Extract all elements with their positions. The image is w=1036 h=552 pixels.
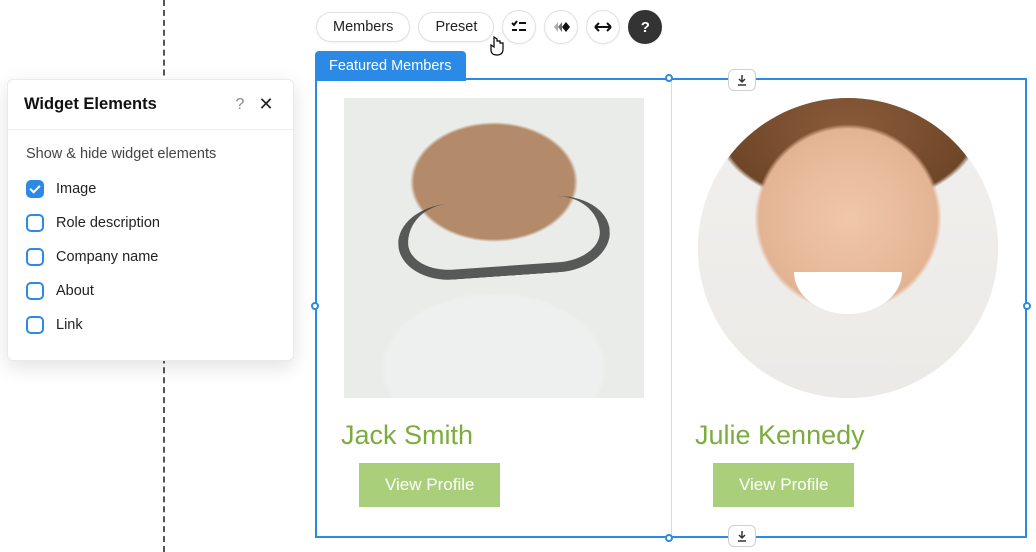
option-label: Link <box>56 317 83 333</box>
panel-title: Widget Elements <box>24 95 229 114</box>
member-photo-jack[interactable] <box>344 98 644 398</box>
panel-subtitle: Show & hide widget elements <box>8 130 293 172</box>
checkbox-icon[interactable] <box>26 316 44 334</box>
stretch-icon[interactable] <box>586 10 620 44</box>
options-list: Image Role description Company name Abou… <box>8 172 293 360</box>
view-profile-button[interactable]: View Profile <box>359 463 500 507</box>
member-photo-julie[interactable] <box>698 98 998 398</box>
option-label: Image <box>56 181 96 197</box>
member-name: Jack Smith <box>337 420 651 451</box>
panel-header: Widget Elements ? ✕ <box>8 80 293 130</box>
checkbox-icon[interactable] <box>26 180 44 198</box>
members-button[interactable]: Members <box>316 12 410 42</box>
option-company-name[interactable]: Company name <box>26 240 275 274</box>
checkbox-icon[interactable] <box>26 214 44 232</box>
help-button[interactable]: ? <box>628 10 662 44</box>
floating-toolbar: Members Preset ? <box>316 10 662 44</box>
member-card: Jack Smith View Profile <box>317 80 671 536</box>
option-link[interactable]: Link <box>26 308 275 342</box>
widget-elements-panel: Widget Elements ? ✕ Show & hide widget e… <box>7 79 294 361</box>
option-label: Company name <box>56 249 158 265</box>
preset-button[interactable]: Preset <box>418 12 494 42</box>
widget-label-tab[interactable]: Featured Members <box>315 51 466 81</box>
option-image[interactable]: Image <box>26 172 275 206</box>
checklist-icon[interactable] <box>502 10 536 44</box>
checkbox-icon[interactable] <box>26 282 44 300</box>
close-icon[interactable]: ✕ <box>255 94 277 115</box>
member-name: Julie Kennedy <box>691 420 1005 451</box>
member-card: Julie Kennedy View Profile <box>671 80 1025 536</box>
view-profile-button[interactable]: View Profile <box>713 463 854 507</box>
option-role-description[interactable]: Role description <box>26 206 275 240</box>
option-label: Role description <box>56 215 160 231</box>
widget-selection-frame[interactable]: Jack Smith View Profile Julie Kennedy Vi… <box>315 78 1027 538</box>
option-label: About <box>56 283 94 299</box>
option-about[interactable]: About <box>26 274 275 308</box>
animate-icon[interactable] <box>544 10 578 44</box>
checkbox-icon[interactable] <box>26 248 44 266</box>
panel-help-icon[interactable]: ? <box>229 96 251 114</box>
